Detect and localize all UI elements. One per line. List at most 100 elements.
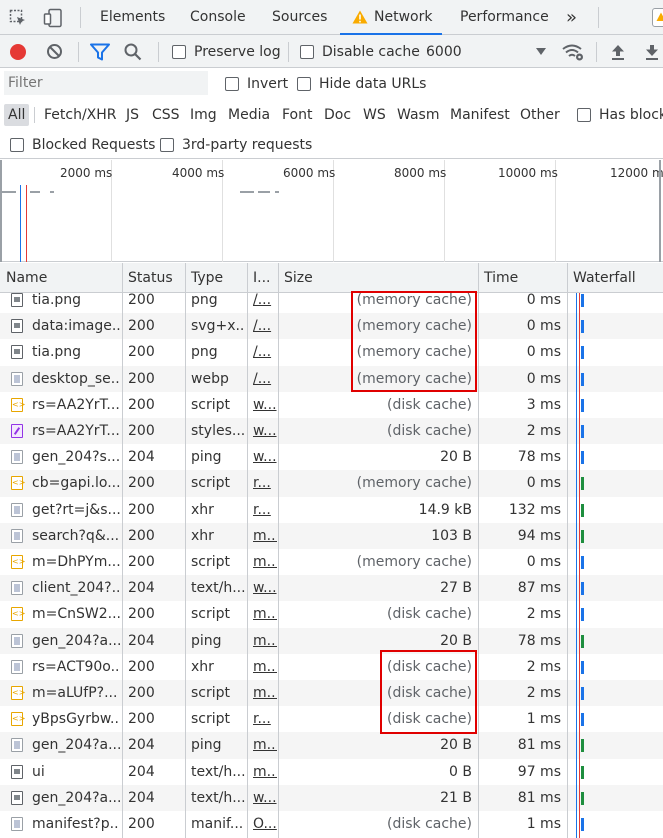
invert-checkbox[interactable]: Invert: [225, 68, 288, 99]
request-name[interactable]: manifest?p...: [32, 811, 120, 837]
request-initiator[interactable]: m...: [253, 549, 277, 575]
type-filter-other[interactable]: Other: [516, 104, 564, 126]
type-filter-img[interactable]: Img: [186, 104, 221, 126]
table-row[interactable]: data:image... 200 svg+x... /... (memory cach…: [0, 313, 663, 340]
request-name[interactable]: client_204?...: [32, 575, 120, 601]
request-initiator[interactable]: w...: [253, 418, 277, 444]
search-button[interactable]: [124, 35, 142, 68]
table-row[interactable]: m=aLUfP?... 200 script m... (disk cache) 2 ms: [0, 680, 663, 707]
request-name[interactable]: search?q&...: [32, 523, 120, 549]
column-header-size[interactable]: Size: [278, 263, 478, 293]
request-initiator[interactable]: /...: [253, 293, 277, 313]
column-header-waterfall[interactable]: Waterfall: [567, 263, 663, 293]
column-header-status[interactable]: Status: [122, 263, 185, 293]
table-row[interactable]: rs=AA2YrT... 200 styles... w... (disk cache)…: [0, 418, 663, 445]
column-header-name[interactable]: Name: [0, 263, 122, 293]
type-filter-media[interactable]: Media: [224, 104, 274, 126]
request-name[interactable]: gen_204?a...: [32, 732, 120, 758]
request-name[interactable]: ui: [32, 759, 120, 785]
request-initiator[interactable]: m...: [253, 759, 277, 785]
table-row[interactable]: m=CnSW2... 200 script m... (disk cache) 2 ms: [0, 601, 663, 627]
request-name[interactable]: rs=AA2YrT...: [32, 418, 120, 444]
table-row[interactable]: tia.png 200 png /... (memory cache) 0 ms: [0, 293, 663, 313]
request-initiator[interactable]: m...: [253, 628, 277, 654]
preserve-log-check[interactable]: [172, 44, 186, 59]
request-name[interactable]: tia.png: [32, 293, 120, 313]
record-button[interactable]: [10, 35, 26, 68]
table-row[interactable]: search?q&... 200 xhr m... 103 B 94 ms: [0, 522, 663, 549]
has-blocked-cookies-check[interactable]: [577, 107, 591, 122]
request-initiator[interactable]: m...: [253, 601, 277, 627]
type-filter-manifest[interactable]: Manifest: [446, 104, 514, 126]
request-initiator[interactable]: r...: [253, 706, 277, 732]
export-har-button[interactable]: [644, 35, 660, 68]
column-header-time[interactable]: Time: [478, 263, 567, 293]
request-name[interactable]: m=DhPYm...: [32, 549, 120, 575]
request-initiator[interactable]: w...: [253, 785, 277, 811]
type-filter-doc[interactable]: Doc: [320, 104, 355, 126]
request-initiator[interactable]: w...: [253, 392, 277, 418]
request-name[interactable]: rs=AA2YrT...: [32, 392, 120, 418]
request-initiator[interactable]: m...: [253, 654, 277, 680]
column-header-type[interactable]: Type: [185, 263, 247, 293]
column-header-initiator[interactable]: I...: [247, 263, 278, 293]
tab-console[interactable]: Console: [190, 0, 246, 35]
type-filter-all[interactable]: All: [4, 104, 30, 126]
type-filter-css[interactable]: CSS: [148, 104, 184, 126]
third-party-requests-checkbox[interactable]: 3rd-party requests: [160, 130, 312, 159]
tab-elements[interactable]: Elements: [100, 0, 165, 35]
table-row[interactable]: rs=ACT90o... 200 xhr m... (disk cache) 2 ms: [0, 654, 663, 680]
table-row[interactable]: tia.png 200 png /... (memory cache) 0 ms: [0, 339, 663, 365]
warnings-badge[interactable]: [652, 8, 663, 27]
request-initiator[interactable]: m...: [253, 523, 277, 549]
request-name[interactable]: data:image...: [32, 313, 120, 339]
filter-input[interactable]: [4, 71, 208, 95]
request-initiator[interactable]: w...: [253, 575, 277, 601]
table-row[interactable]: desktop_se... 200 webp /... (memory cache) 0 …: [0, 365, 663, 392]
third-party-requests-check[interactable]: [160, 137, 174, 152]
table-row[interactable]: ui 204 text/h... m... 0 B 97 ms: [0, 759, 663, 785]
type-filter-js[interactable]: JS: [122, 104, 143, 126]
tab-network[interactable]: Network: [340, 0, 442, 35]
request-name[interactable]: gen_204?s...: [32, 444, 120, 470]
type-filter-font[interactable]: Font: [278, 104, 316, 126]
disable-cache-checkbox[interactable]: Disable cache: [300, 35, 420, 68]
hide-data-urls-checkbox[interactable]: Hide data URLs: [297, 68, 426, 99]
tab-performance[interactable]: Performance: [460, 0, 549, 35]
table-row[interactable]: gen_204?s... 204 ping w... 20 B 78 ms: [0, 444, 663, 470]
type-filter-fetch-xhr[interactable]: Fetch/XHR: [40, 104, 121, 126]
filter-button[interactable]: [90, 35, 110, 68]
inspect-element-icon[interactable]: [8, 8, 28, 28]
request-name[interactable]: m=aLUfP?...: [32, 680, 120, 706]
request-initiator[interactable]: m...: [253, 680, 277, 706]
table-row[interactable]: yBpsGyrbw... 200 script r... (disk cache) 1 m…: [0, 706, 663, 732]
has-blocked-cookies-checkbox[interactable]: Has block: [577, 99, 663, 130]
table-row[interactable]: cb=gapi.lo... 200 script r... (memory cache)…: [0, 470, 663, 497]
request-initiator[interactable]: /...: [253, 313, 277, 339]
request-name[interactable]: tia.png: [32, 339, 120, 365]
import-har-button[interactable]: [610, 35, 626, 68]
device-toolbar-icon[interactable]: [42, 7, 64, 29]
request-name[interactable]: m=CnSW2...: [32, 601, 120, 627]
clear-button[interactable]: [46, 35, 63, 68]
request-name[interactable]: yBpsGyrbw...: [32, 706, 120, 732]
request-initiator[interactable]: O...: [253, 811, 277, 837]
timeline-right-handle[interactable]: [659, 160, 661, 262]
type-filter-ws[interactable]: WS: [359, 104, 390, 126]
invert-check[interactable]: [225, 76, 239, 91]
request-name[interactable]: gen_204?a...: [32, 785, 120, 811]
request-name[interactable]: gen_204?a...: [32, 628, 120, 654]
request-name[interactable]: rs=ACT90o...: [32, 654, 120, 680]
table-row[interactable]: gen_204?a... 204 ping m... 20 B 78 ms: [0, 627, 663, 654]
network-overview-timeline[interactable]: 2000 ms 4000 ms 6000 ms 8000 ms 10000 ms…: [0, 160, 663, 262]
tab-sources[interactable]: Sources: [272, 0, 327, 35]
blocked-requests-checkbox[interactable]: Blocked Requests: [10, 130, 155, 159]
request-name[interactable]: get?rt=j&s...: [32, 497, 120, 523]
table-row[interactable]: gen_204?a... 204 ping m... 20 B 81 ms: [0, 732, 663, 759]
request-name[interactable]: cb=gapi.lo...: [32, 470, 120, 496]
hide-data-urls-check[interactable]: [297, 76, 311, 91]
request-initiator[interactable]: m...: [253, 732, 277, 758]
table-row[interactable]: rs=AA2YrT... 200 script w... (disk cache) 3 m…: [0, 392, 663, 418]
request-initiator[interactable]: w...: [253, 444, 277, 470]
type-filter-wasm[interactable]: Wasm: [393, 104, 443, 126]
